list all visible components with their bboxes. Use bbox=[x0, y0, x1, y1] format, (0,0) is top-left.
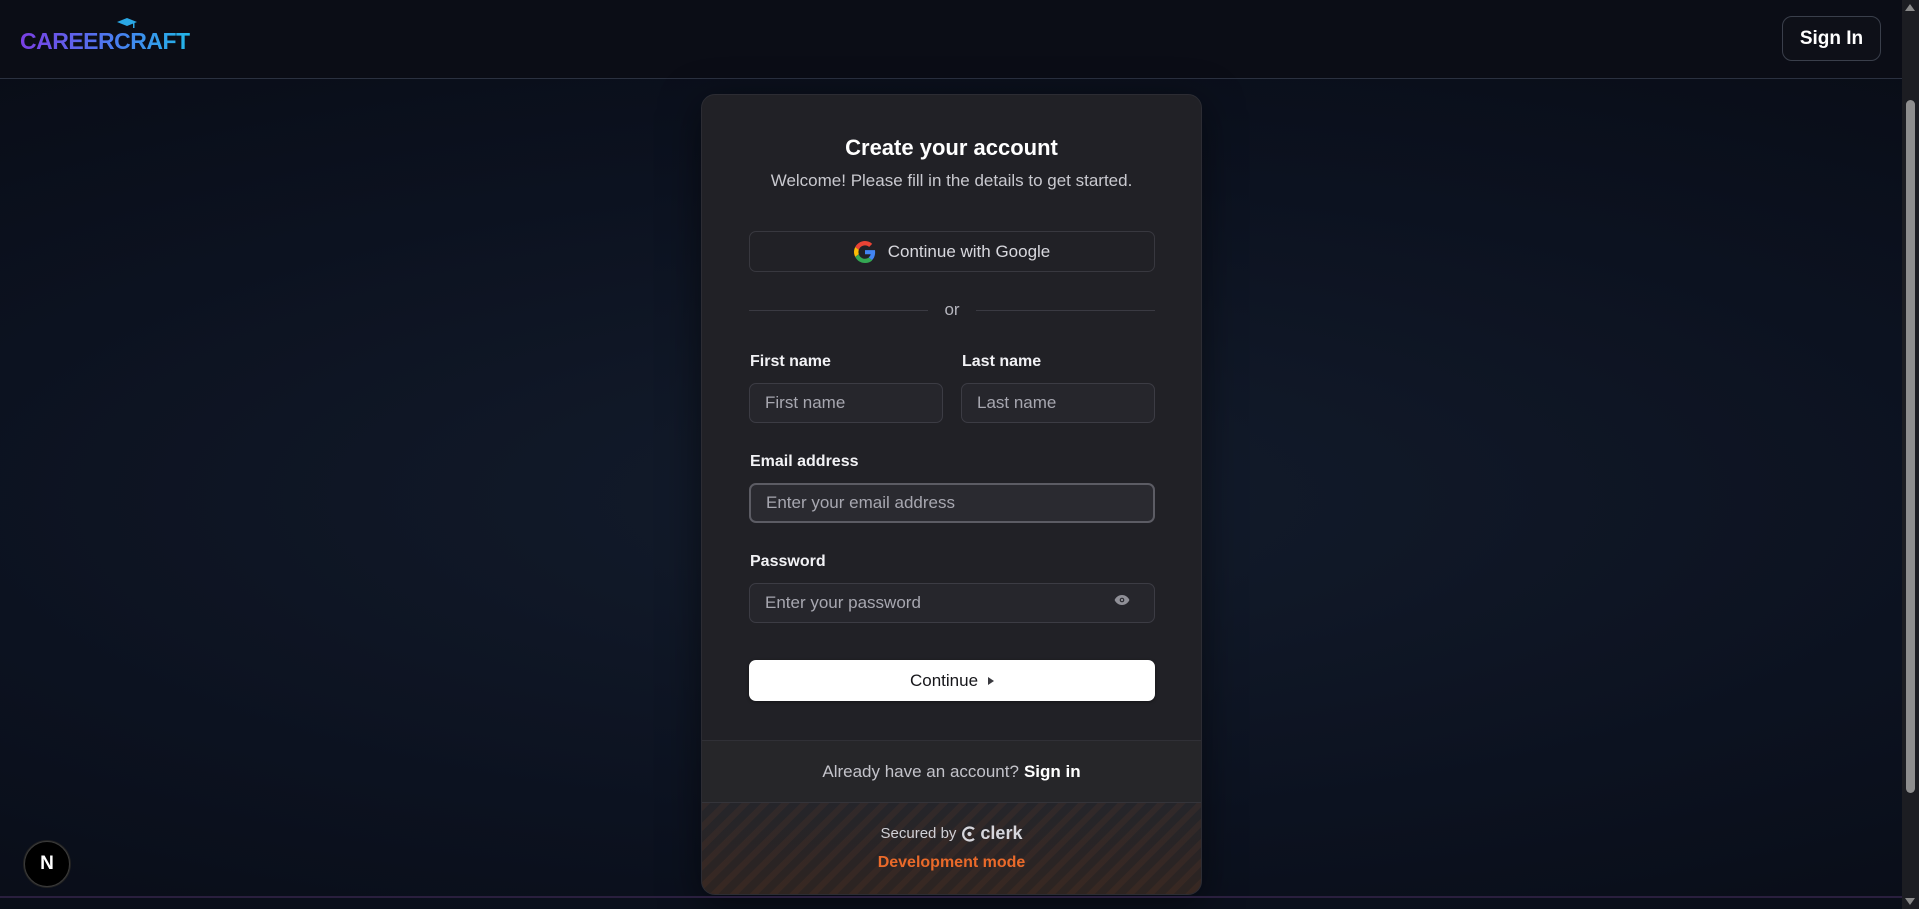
clerk-brand-text: clerk bbox=[980, 823, 1023, 843]
sign-in-link[interactable]: Sign in bbox=[1024, 762, 1081, 782]
careercraft-logo[interactable]: CAREERCRAFT bbox=[20, 18, 190, 55]
play-arrow-icon bbox=[988, 676, 995, 685]
first-name-input[interactable] bbox=[749, 383, 943, 423]
password-label: Password bbox=[750, 553, 826, 570]
nextjs-dev-badge[interactable]: N bbox=[24, 841, 70, 887]
clerk-logo[interactable]: clerk bbox=[962, 823, 1022, 844]
sign-up-card: Create your account Welcome! Please fill… bbox=[701, 94, 1202, 895]
card-title: Create your account bbox=[845, 135, 1058, 160]
divider-line-right bbox=[975, 309, 1155, 311]
last-name-input[interactable] bbox=[961, 383, 1155, 423]
logo-text: CAREERCRAFT bbox=[20, 28, 190, 54]
page-scrollbar[interactable] bbox=[1902, 0, 1919, 909]
development-mode-text: Development mode bbox=[877, 854, 1026, 871]
divider-line-left bbox=[749, 309, 929, 311]
continue-with-google-button[interactable]: Continue with Google bbox=[749, 231, 1155, 272]
or-divider: or bbox=[749, 300, 1155, 320]
sign-in-prompt: Already have an account? Sign in bbox=[702, 740, 1201, 802]
nextjs-badge-letter: N bbox=[40, 853, 54, 874]
scrollbar-thumb[interactable] bbox=[1906, 100, 1915, 793]
scroll-up-arrow-icon[interactable] bbox=[1905, 4, 1915, 11]
secured-by-row: Secured by clerk bbox=[702, 823, 1201, 844]
first-name-label: First name bbox=[750, 353, 831, 370]
top-navbar: CAREERCRAFT Sign In bbox=[0, 0, 1902, 79]
sign-in-button[interactable]: Sign In bbox=[1782, 16, 1881, 61]
password-input[interactable] bbox=[749, 583, 1155, 623]
email-input[interactable] bbox=[749, 483, 1155, 523]
graduation-cap-icon bbox=[117, 18, 137, 28]
card-subtitle: Welcome! Please fill in the details to g… bbox=[770, 171, 1133, 190]
last-name-label: Last name bbox=[962, 353, 1042, 370]
secured-footer: Secured by clerk Development mode bbox=[702, 802, 1201, 894]
show-password-eye-icon[interactable] bbox=[1114, 594, 1130, 606]
secured-by-text: Secured by bbox=[880, 825, 957, 842]
email-label: Email address bbox=[750, 453, 859, 470]
continue-button-label: Continue bbox=[909, 670, 979, 690]
google-button-label: Continue with Google bbox=[887, 241, 1051, 261]
account-prompt-text: Already have an account? bbox=[822, 761, 1019, 781]
continue-button[interactable]: Continue bbox=[749, 660, 1155, 701]
google-icon bbox=[853, 240, 875, 263]
clerk-icon bbox=[962, 825, 976, 842]
bottom-accent-line bbox=[0, 896, 1902, 898]
divider-text: or bbox=[944, 300, 960, 319]
scroll-down-arrow-icon[interactable] bbox=[1905, 898, 1915, 905]
